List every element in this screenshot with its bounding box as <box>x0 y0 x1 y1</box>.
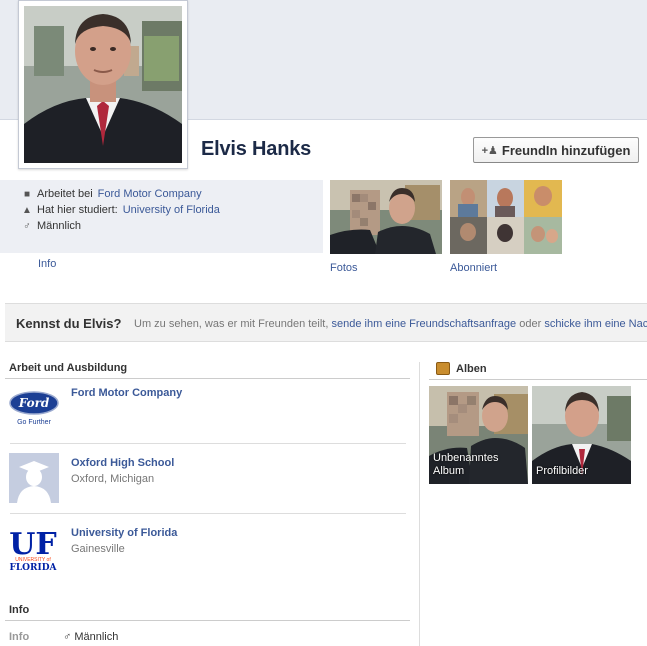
subscribed-link[interactable]: Abonniert <box>450 262 497 274</box>
divider <box>5 378 410 379</box>
graduation-cap-icon: ▲ <box>22 204 32 216</box>
male-symbol-icon: ♂ <box>23 220 31 232</box>
university-of-florida-link[interactable]: University of Florida <box>71 527 177 539</box>
ford-logo[interactable]: Ford Go Further <box>8 390 60 442</box>
study-link[interactable]: University of Florida <box>123 204 220 216</box>
column-divider <box>419 362 420 646</box>
albums-title: Alben <box>456 363 487 375</box>
school-placeholder-icon[interactable] <box>9 453 59 503</box>
uf-logo[interactable]: UF UNIVERSITY of FLORIDA <box>9 524 61 576</box>
divider <box>429 379 647 380</box>
photos-thumbnail[interactable] <box>330 180 442 254</box>
work-line: ■ Arbeitet bei Ford Motor Company <box>22 188 202 200</box>
oxford-high-school-link[interactable]: Oxford High School <box>71 457 174 469</box>
photos-link[interactable]: Fotos <box>330 262 358 274</box>
svg-text:FLORIDA: FLORIDA <box>9 563 57 572</box>
add-friend-button[interactable]: +♟ FreundIn hinzufügen <box>473 137 639 163</box>
album-untitled-label: Unbenanntes Album <box>433 452 499 477</box>
profile-name: Elvis Hanks <box>201 138 312 160</box>
divider <box>5 620 410 621</box>
know-text: Um zu sehen, was er mit Freunden teilt, … <box>134 318 647 330</box>
album-profile-label: Profilbilder <box>536 465 588 477</box>
work-prefix: Arbeitet bei <box>37 188 93 200</box>
oxford-location: Oxford, Michigan <box>71 473 155 485</box>
svg-text:Ford: Ford <box>18 396 50 410</box>
subscribed-thumbnail[interactable] <box>450 180 562 254</box>
profile-photo <box>24 6 182 163</box>
ford-motor-company-link[interactable]: Ford Motor Company <box>71 387 182 399</box>
album-untitled[interactable]: Unbenanntes Album <box>429 386 528 484</box>
info-value: ♂ Männlich <box>63 631 118 643</box>
send-friend-request-link[interactable]: sende ihm eine Freundschaftsanfrage <box>331 318 516 330</box>
info-gender: Männlich <box>74 631 119 643</box>
gender-line: ♂ Männlich <box>22 220 81 232</box>
know-person-bar: Kennst du Elvis? Um zu sehen, was er mit… <box>5 303 647 342</box>
album-icon <box>436 362 450 375</box>
svg-text:Go Further: Go Further <box>17 419 52 426</box>
info-key: Info <box>9 631 30 643</box>
know-question: Kennst du Elvis? <box>16 316 122 331</box>
tab-info[interactable]: Info <box>38 258 56 270</box>
male-symbol-icon: ♂ <box>63 631 72 643</box>
work-education-title: Arbeit und Ausbildung <box>9 362 128 374</box>
add-friend-icon: +♟ <box>481 144 498 157</box>
uf-location: Gainesville <box>71 543 125 555</box>
gender-value: Männlich <box>37 220 82 232</box>
study-line: ▲ Hat hier studiert: University of Flori… <box>22 204 220 216</box>
profile-picture[interactable] <box>18 0 188 169</box>
add-friend-label: FreundIn hinzufügen <box>501 142 631 158</box>
know-text-or: oder <box>519 318 542 330</box>
work-link[interactable]: Ford Motor Company <box>98 188 202 200</box>
know-text-1: Um zu sehen, was er mit Freunden teilt, <box>134 318 329 330</box>
study-prefix: Hat hier studiert: <box>37 204 118 216</box>
info-section-title: Info <box>9 604 30 616</box>
divider <box>10 513 406 514</box>
divider <box>10 443 406 444</box>
intro-box: ■ Arbeitet bei Ford Motor Company ▲ Hat … <box>0 180 323 253</box>
briefcase-icon: ■ <box>23 188 31 200</box>
album-profile-pictures[interactable]: Profilbilder <box>532 386 631 484</box>
send-message-link[interactable]: schicke ihm eine Nachricht <box>544 318 647 330</box>
